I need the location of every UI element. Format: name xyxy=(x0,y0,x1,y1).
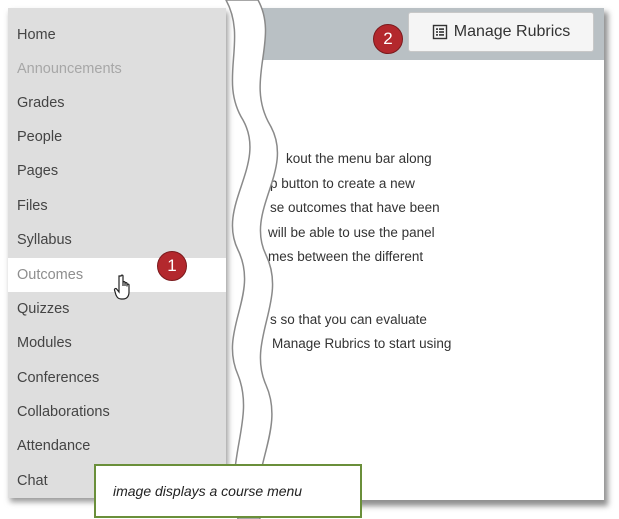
nav-item-syllabus[interactable]: Syllabus xyxy=(8,223,226,257)
manage-rubrics-label: Manage Rubrics xyxy=(453,23,571,40)
nav-item-conferences[interactable]: Conferences xyxy=(8,361,226,395)
nav-item-grades[interactable]: Grades xyxy=(8,86,226,120)
course-nav-sidebar: Home Announcements Grades People Pages F… xyxy=(8,8,226,498)
content-text-line: Manage Rubrics to start using xyxy=(272,336,452,351)
callout-badge-2: 2 xyxy=(373,24,403,54)
nav-item-announcements[interactable]: Announcements xyxy=(8,52,226,86)
callout-badge-1: 1 xyxy=(157,251,187,281)
nav-item-modules[interactable]: Modules xyxy=(8,326,226,360)
nav-item-files[interactable]: Files xyxy=(8,189,226,223)
nav-item-home[interactable]: Home xyxy=(8,18,226,52)
content-text-line: kout the menu bar along xyxy=(286,151,432,166)
rubric-list-icon xyxy=(432,24,447,40)
nav-item-attendance[interactable]: Attendance xyxy=(8,429,226,463)
image-caption: image displays a course menu xyxy=(94,464,362,518)
manage-rubrics-button[interactable]: Manage Rubrics xyxy=(408,12,594,52)
hand-pointer-cursor-icon xyxy=(113,274,130,300)
nav-item-pages[interactable]: Pages xyxy=(8,154,226,188)
nav-item-collaborations[interactable]: Collaborations xyxy=(8,395,226,429)
nav-item-people[interactable]: People xyxy=(8,120,226,154)
torn-edge xyxy=(225,0,279,519)
